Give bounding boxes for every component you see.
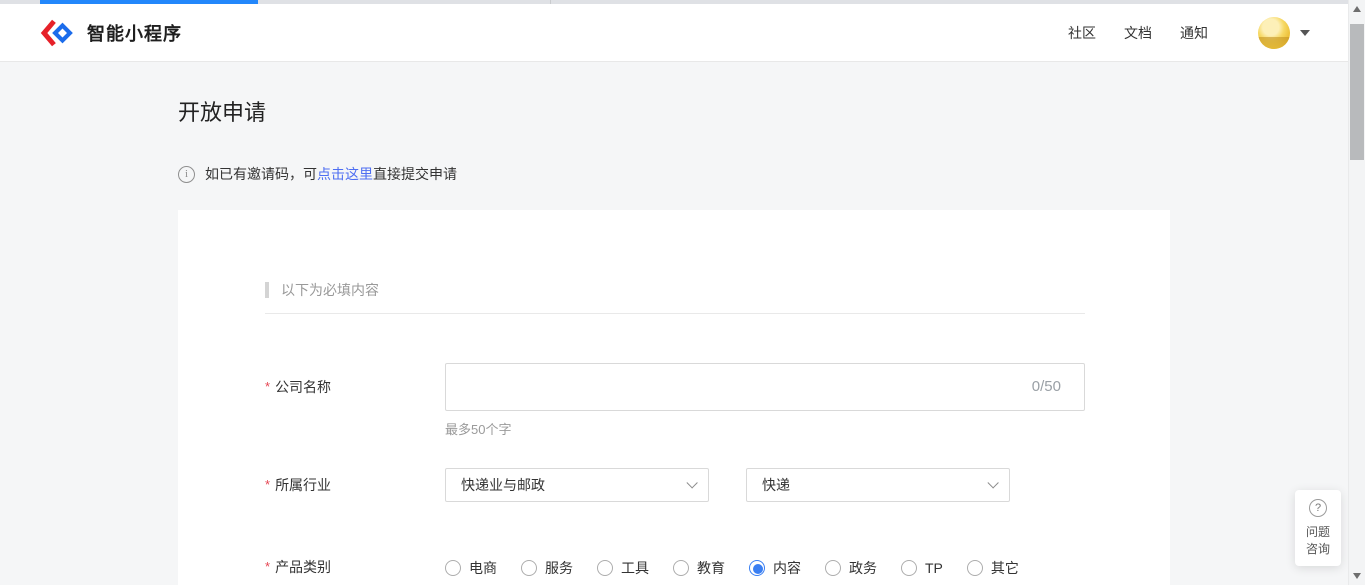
header-nav: 社区 文档 通知 bbox=[1068, 23, 1208, 43]
company-name-row: *公司名称 0/50 最多50个字 bbox=[265, 363, 1170, 438]
chevron-down-icon bbox=[686, 477, 697, 488]
main-content: 开放申请 i 如已有邀请码，可点击这里直接提交申请 以下为必填内容 *公司名称 … bbox=[178, 62, 1170, 585]
section-separator bbox=[265, 313, 1085, 314]
product-category-option[interactable]: 教育 bbox=[673, 558, 725, 578]
company-name-input[interactable] bbox=[445, 363, 1085, 411]
page-title: 开放申请 bbox=[178, 95, 1170, 127]
company-name-label: *公司名称 bbox=[265, 363, 445, 438]
product-category-option[interactable]: 政务 bbox=[825, 558, 877, 578]
radio-icon bbox=[901, 560, 917, 576]
help-widget-button[interactable]: ? 问题咨询 bbox=[1295, 490, 1341, 566]
brand-logo-link[interactable]: 智能小程序 bbox=[40, 19, 182, 47]
product-category-row: *产品类别 电商 服务 工具 bbox=[265, 558, 1170, 578]
product-category-label: *产品类别 bbox=[265, 558, 445, 578]
required-mark: * bbox=[265, 559, 270, 574]
radio-icon bbox=[445, 560, 461, 576]
invite-code-notice: i 如已有邀请码，可点击这里直接提交申请 bbox=[178, 164, 1170, 184]
product-category-option[interactable]: 内容 bbox=[749, 558, 801, 578]
section-title: 以下为必填内容 bbox=[281, 280, 379, 300]
product-category-option[interactable]: 服务 bbox=[521, 558, 573, 578]
company-name-hint: 最多50个字 bbox=[445, 419, 1085, 438]
required-mark: * bbox=[265, 477, 270, 492]
chevron-down-icon bbox=[987, 477, 998, 488]
industry-primary-value: 快递业与邮政 bbox=[461, 475, 545, 495]
help-widget-label: 问题咨询 bbox=[1306, 524, 1330, 558]
brand-title: 智能小程序 bbox=[87, 20, 182, 46]
product-category-option[interactable]: 电商 bbox=[445, 558, 497, 578]
notice-text: 如已有邀请码，可点击这里直接提交申请 bbox=[205, 164, 457, 184]
app-header: 智能小程序 社区 文档 通知 bbox=[0, 4, 1348, 62]
question-mark-icon: ? bbox=[1309, 499, 1327, 517]
vertical-scrollbar[interactable] bbox=[1348, 0, 1365, 585]
scrollbar-down-arrow-icon[interactable] bbox=[1353, 573, 1361, 579]
section-header: 以下为必填内容 bbox=[265, 280, 1170, 300]
scrollbar-thumb[interactable] bbox=[1350, 24, 1364, 160]
required-mark: * bbox=[265, 379, 270, 394]
radio-icon bbox=[597, 560, 613, 576]
application-form-card: 以下为必填内容 *公司名称 0/50 最多50个字 bbox=[178, 210, 1170, 585]
radio-icon bbox=[967, 560, 983, 576]
form-body: *公司名称 0/50 最多50个字 *所属行业 快递业与邮政 bbox=[265, 363, 1170, 578]
industry-primary-select[interactable]: 快递业与邮政 bbox=[445, 468, 709, 502]
industry-secondary-value: 快递 bbox=[762, 475, 790, 495]
user-menu[interactable] bbox=[1258, 17, 1310, 49]
product-category-option[interactable]: TP bbox=[901, 560, 943, 576]
info-icon: i bbox=[178, 166, 195, 183]
brand-logo-icon bbox=[40, 19, 76, 47]
nav-item-notifications[interactable]: 通知 bbox=[1180, 23, 1208, 43]
nav-item-docs[interactable]: 文档 bbox=[1124, 23, 1152, 43]
industry-label: *所属行业 bbox=[265, 468, 445, 502]
radio-icon bbox=[673, 560, 689, 576]
nav-item-community[interactable]: 社区 bbox=[1068, 23, 1096, 43]
radio-icon bbox=[825, 560, 841, 576]
notice-link[interactable]: 点击这里 bbox=[317, 166, 373, 182]
section-bar bbox=[265, 282, 269, 298]
caret-down-icon bbox=[1300, 30, 1310, 36]
avatar[interactable] bbox=[1258, 17, 1290, 49]
industry-row: *所属行业 快递业与邮政 快递 bbox=[265, 468, 1170, 502]
radio-icon bbox=[521, 560, 537, 576]
industry-secondary-select[interactable]: 快递 bbox=[746, 468, 1010, 502]
product-category-option[interactable]: 其它 bbox=[967, 558, 1019, 578]
radio-icon bbox=[749, 560, 765, 576]
product-category-option[interactable]: 工具 bbox=[597, 558, 649, 578]
scrollbar-up-arrow-icon[interactable] bbox=[1353, 6, 1361, 12]
product-category-options: 电商 服务 工具 教育 bbox=[445, 558, 1043, 578]
